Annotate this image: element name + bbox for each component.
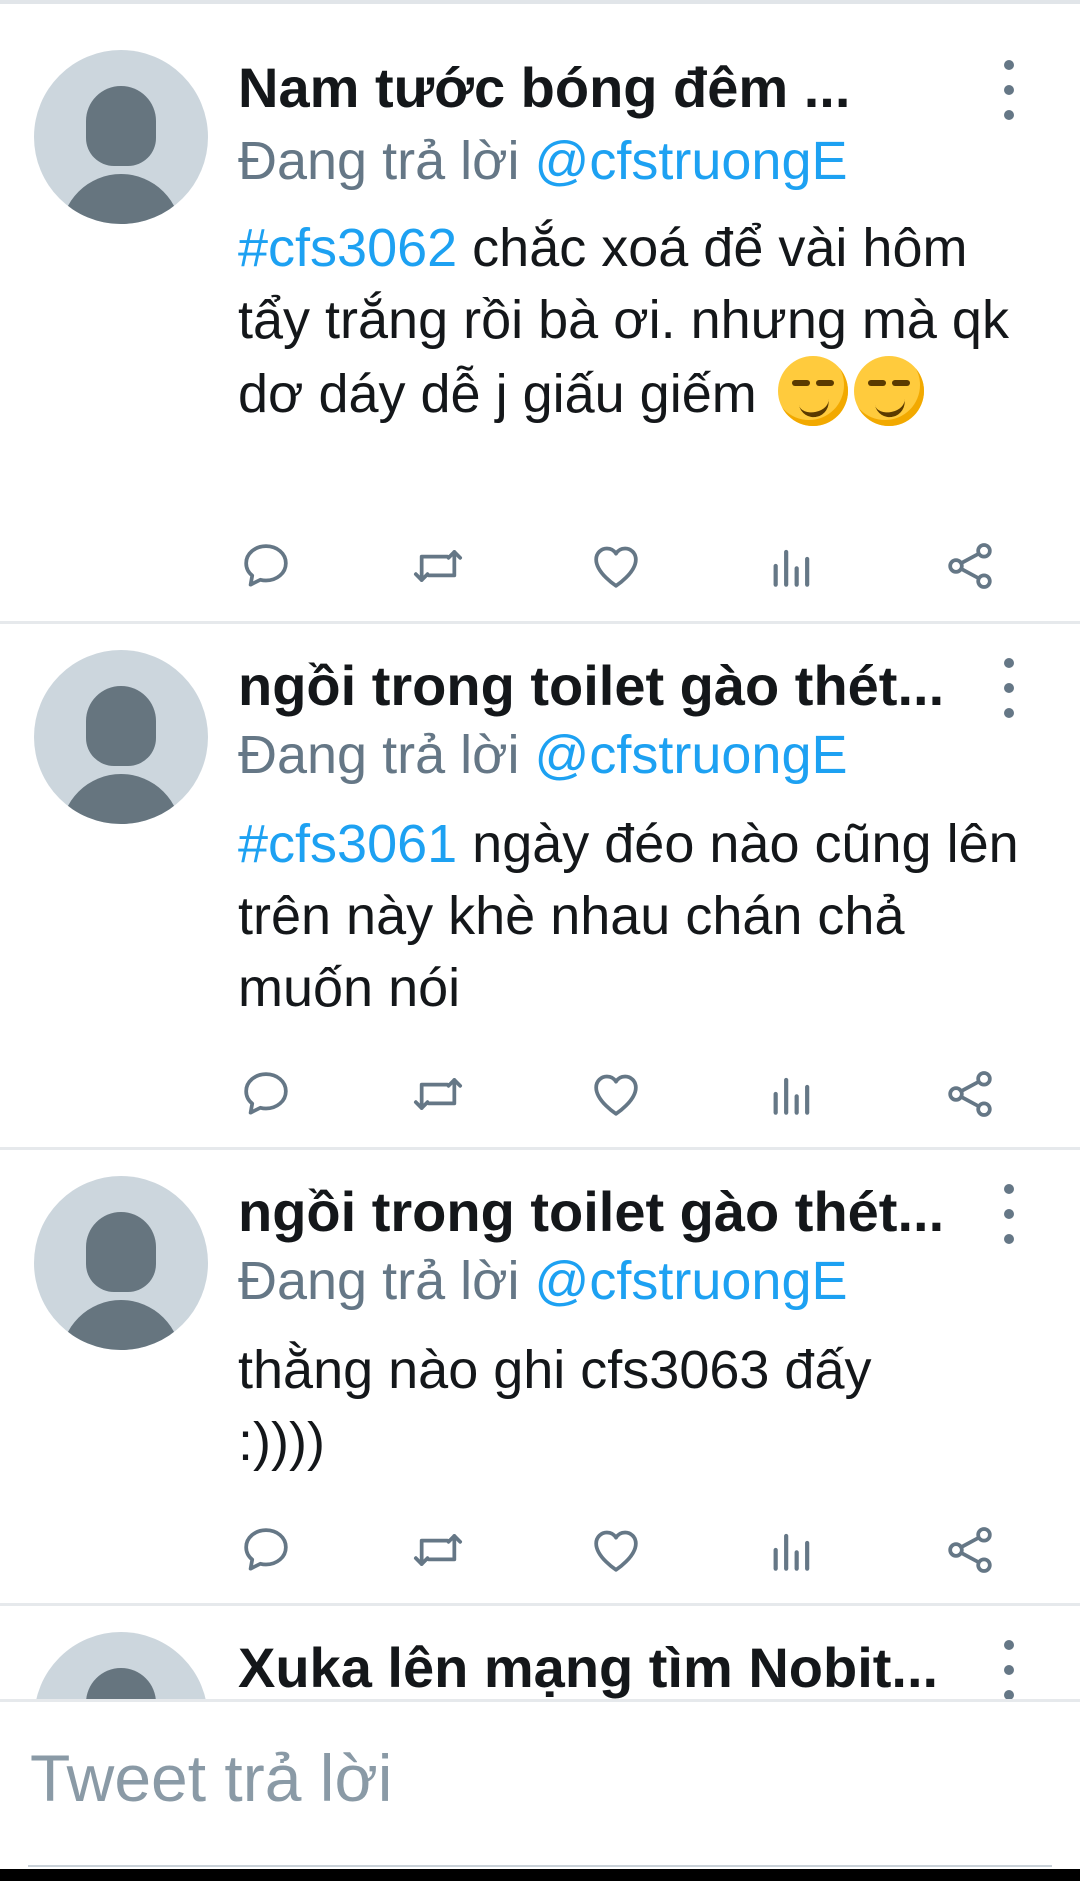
reply-tweet-input[interactable] xyxy=(28,1732,1056,1824)
reply-handle-link[interactable]: @cfstruongE xyxy=(535,1251,848,1311)
reply-icon[interactable] xyxy=(238,1522,294,1578)
replying-to: Đang trả lời @cfstruongE xyxy=(238,1250,848,1312)
more-options-icon[interactable] xyxy=(996,1184,1022,1244)
reply-handle-link[interactable]: @cfstruongE xyxy=(535,131,848,191)
replying-to-label: Đang trả lời xyxy=(238,725,520,785)
replying-to-label: Đang trả lời xyxy=(238,1251,520,1311)
reply-handle-link[interactable]: @cfstruongE xyxy=(535,725,848,785)
avatar[interactable] xyxy=(34,50,208,224)
hashtag-link[interactable]: #cfs3062 xyxy=(238,218,457,278)
retweet-icon[interactable] xyxy=(410,1066,466,1122)
replying-to: Đang trả lời @cfstruongE xyxy=(238,130,848,192)
smirking-face-emoji-icon xyxy=(777,356,848,426)
retweet-icon[interactable] xyxy=(410,538,466,594)
tweet-text: #cfs3061 ngày đéo nào cũng lên trên này … xyxy=(238,808,1038,1024)
tweet-author-name[interactable]: Xuka lên mạng tìm Nobit... xyxy=(238,1636,978,1700)
reply-icon[interactable] xyxy=(238,1066,294,1122)
analytics-icon[interactable] xyxy=(764,1066,820,1122)
tweet[interactable]: ngồi trong toilet gào thét... Đang trả l… xyxy=(0,1150,1080,1606)
more-options-icon[interactable] xyxy=(996,60,1022,120)
system-bottom-bar xyxy=(0,1869,1080,1881)
tweet[interactable]: ngồi trong toilet gào thét... Đang trả l… xyxy=(0,624,1080,1150)
reply-composer xyxy=(0,1699,1080,1884)
like-icon[interactable] xyxy=(588,1522,644,1578)
tweet-actions xyxy=(238,538,1008,594)
replying-to-label: Đang trả lời xyxy=(238,131,520,191)
avatar[interactable] xyxy=(34,1176,208,1350)
tweet-text: thằng nào ghi cfs3063 đấy :)))) xyxy=(238,1334,938,1478)
retweet-icon[interactable] xyxy=(410,1522,466,1578)
hashtag-link[interactable]: #cfs3061 xyxy=(238,814,457,874)
tweet-text: #cfs3062 chắc xoá để vài hôm tẩy trắng r… xyxy=(238,212,1038,430)
share-icon[interactable] xyxy=(942,1066,998,1122)
tweet[interactable]: Nam tước bóng đêm ... Đang trả lời @cfst… xyxy=(0,4,1080,624)
replying-to: Đang trả lời @cfstruongE xyxy=(238,724,848,786)
more-options-icon[interactable] xyxy=(996,1640,1022,1700)
tweet-author-name[interactable]: ngồi trong toilet gào thét... xyxy=(238,654,978,718)
avatar[interactable] xyxy=(34,650,208,824)
input-underline xyxy=(28,1865,1052,1867)
like-icon[interactable] xyxy=(588,538,644,594)
analytics-icon[interactable] xyxy=(764,1522,820,1578)
like-icon[interactable] xyxy=(588,1066,644,1122)
smirking-face-emoji-icon xyxy=(853,356,924,426)
share-icon[interactable] xyxy=(942,538,998,594)
reply-icon[interactable] xyxy=(238,538,294,594)
analytics-icon[interactable] xyxy=(764,538,820,594)
more-options-icon[interactable] xyxy=(996,658,1022,718)
tweet-actions xyxy=(238,1522,1008,1578)
share-icon[interactable] xyxy=(942,1522,998,1578)
tweet-author-name[interactable]: ngồi trong toilet gào thét... xyxy=(238,1180,978,1244)
tweet-body: thằng nào ghi cfs3063 đấy :)))) xyxy=(238,1340,872,1472)
tweet-actions xyxy=(238,1066,1008,1122)
tweet-author-name[interactable]: Nam tước bóng đêm ... xyxy=(238,56,978,120)
